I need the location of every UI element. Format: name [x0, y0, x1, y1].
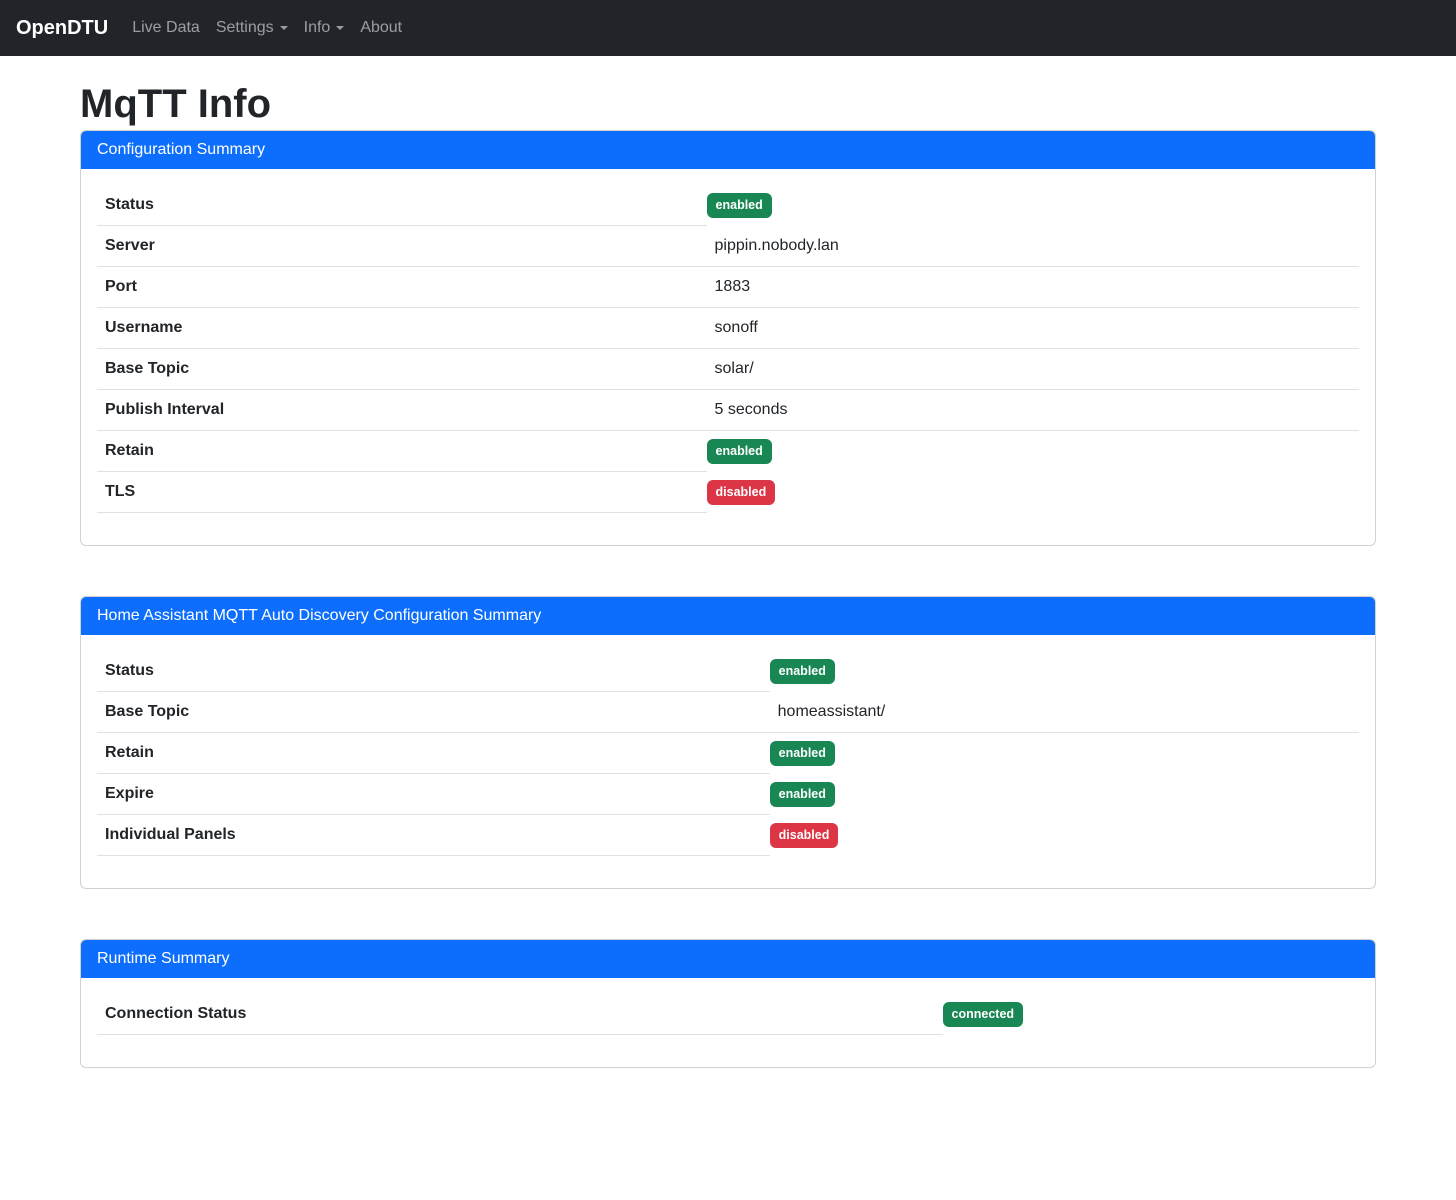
table-row: Base Topicsolar/ [97, 349, 1359, 390]
table-row: Statusenabled [97, 651, 1359, 692]
card-body: StatusenabledBase Topichomeassistant/Ret… [81, 635, 1375, 888]
row-label: Status [97, 185, 707, 226]
configuration-summary-table: StatusenabledServerpippin.nobody.lanPort… [97, 185, 1359, 513]
table-row: Retainenabled [97, 733, 1359, 774]
nav-item-settings: Settings [208, 11, 296, 45]
table-row: Port1883 [97, 267, 1359, 308]
chevron-down-icon [280, 26, 288, 30]
card-header-ha-mqtt-discovery: Home Assistant MQTT Auto Discovery Confi… [81, 597, 1375, 635]
row-label: Base Topic [97, 692, 770, 733]
row-value: 1883 [707, 267, 1359, 308]
status-badge: enabled [707, 439, 772, 464]
chevron-down-icon [336, 26, 344, 30]
table-row: Usernamesonoff [97, 308, 1359, 349]
row-value: pippin.nobody.lan [707, 226, 1359, 267]
card-header-runtime-summary: Runtime Summary [81, 940, 1375, 978]
page-title: MqTT Info [80, 80, 1376, 128]
nav-link-settings[interactable]: Settings [208, 11, 296, 45]
status-badge: enabled [770, 659, 835, 684]
nav-item-about: About [352, 11, 410, 45]
row-label: Port [97, 267, 707, 308]
table-row: TLSdisabled [97, 472, 1359, 513]
status-badge: enabled [770, 741, 835, 766]
row-value: enabled [770, 651, 1359, 692]
nav-item-info: Info [296, 11, 353, 45]
row-label: Retain [97, 733, 770, 774]
row-value: 5 seconds [707, 390, 1359, 431]
row-label: Status [97, 651, 770, 692]
row-label: TLS [97, 472, 707, 513]
row-label: Username [97, 308, 707, 349]
navbar-menu: Live DataSettingsInfoAbout [124, 11, 410, 45]
card-body: StatusenabledServerpippin.nobody.lanPort… [81, 169, 1375, 545]
table-row: Base Topichomeassistant/ [97, 692, 1359, 733]
runtime-summary-table: Connection Statusconnected [97, 994, 1359, 1035]
table-row: Publish Interval5 seconds [97, 390, 1359, 431]
table-row: Connection Statusconnected [97, 994, 1359, 1035]
nav-link-live-data[interactable]: Live Data [124, 11, 208, 45]
row-value: connected [943, 994, 1359, 1035]
row-value: enabled [770, 774, 1359, 815]
table-row: Statusenabled [97, 185, 1359, 226]
table-row: Expireenabled [97, 774, 1359, 815]
row-value: disabled [707, 472, 1359, 513]
row-value: disabled [770, 815, 1359, 856]
card-body: Connection Statusconnected [81, 978, 1375, 1067]
status-badge: connected [943, 1002, 1024, 1027]
status-badge: enabled [770, 782, 835, 807]
row-label: Connection Status [97, 994, 943, 1035]
nav-link-info[interactable]: Info [296, 11, 353, 45]
card-header-configuration-summary: Configuration Summary [81, 131, 1375, 169]
table-row: Individual Panelsdisabled [97, 815, 1359, 856]
main-container: MqTT Info Configuration Summary Statusen… [80, 56, 1376, 1068]
row-label: Publish Interval [97, 390, 707, 431]
card-ha-mqtt-discovery-summary: Home Assistant MQTT Auto Discovery Confi… [80, 596, 1376, 889]
row-value: enabled [707, 431, 1359, 472]
row-value: enabled [770, 733, 1359, 774]
ha-discovery-summary-table: StatusenabledBase Topichomeassistant/Ret… [97, 651, 1359, 856]
table-row: Retainenabled [97, 431, 1359, 472]
row-label: Base Topic [97, 349, 707, 390]
row-value: solar/ [707, 349, 1359, 390]
row-label: Server [97, 226, 707, 267]
card-configuration-summary: Configuration Summary StatusenabledServe… [80, 130, 1376, 546]
row-value: enabled [707, 185, 1359, 226]
row-label: Retain [97, 431, 707, 472]
row-label: Individual Panels [97, 815, 770, 856]
row-label: Expire [97, 774, 770, 815]
status-badge: enabled [707, 193, 772, 218]
card-runtime-summary: Runtime Summary Connection Statusconnect… [80, 939, 1376, 1068]
navbar-brand[interactable]: OpenDTU [16, 17, 108, 40]
nav-link-about[interactable]: About [352, 11, 410, 45]
navbar: OpenDTU Live DataSettingsInfoAbout [0, 0, 1456, 56]
nav-item-live-data: Live Data [124, 11, 208, 45]
status-badge: disabled [770, 823, 839, 848]
row-value: homeassistant/ [770, 692, 1359, 733]
table-row: Serverpippin.nobody.lan [97, 226, 1359, 267]
row-value: sonoff [707, 308, 1359, 349]
status-badge: disabled [707, 480, 776, 505]
